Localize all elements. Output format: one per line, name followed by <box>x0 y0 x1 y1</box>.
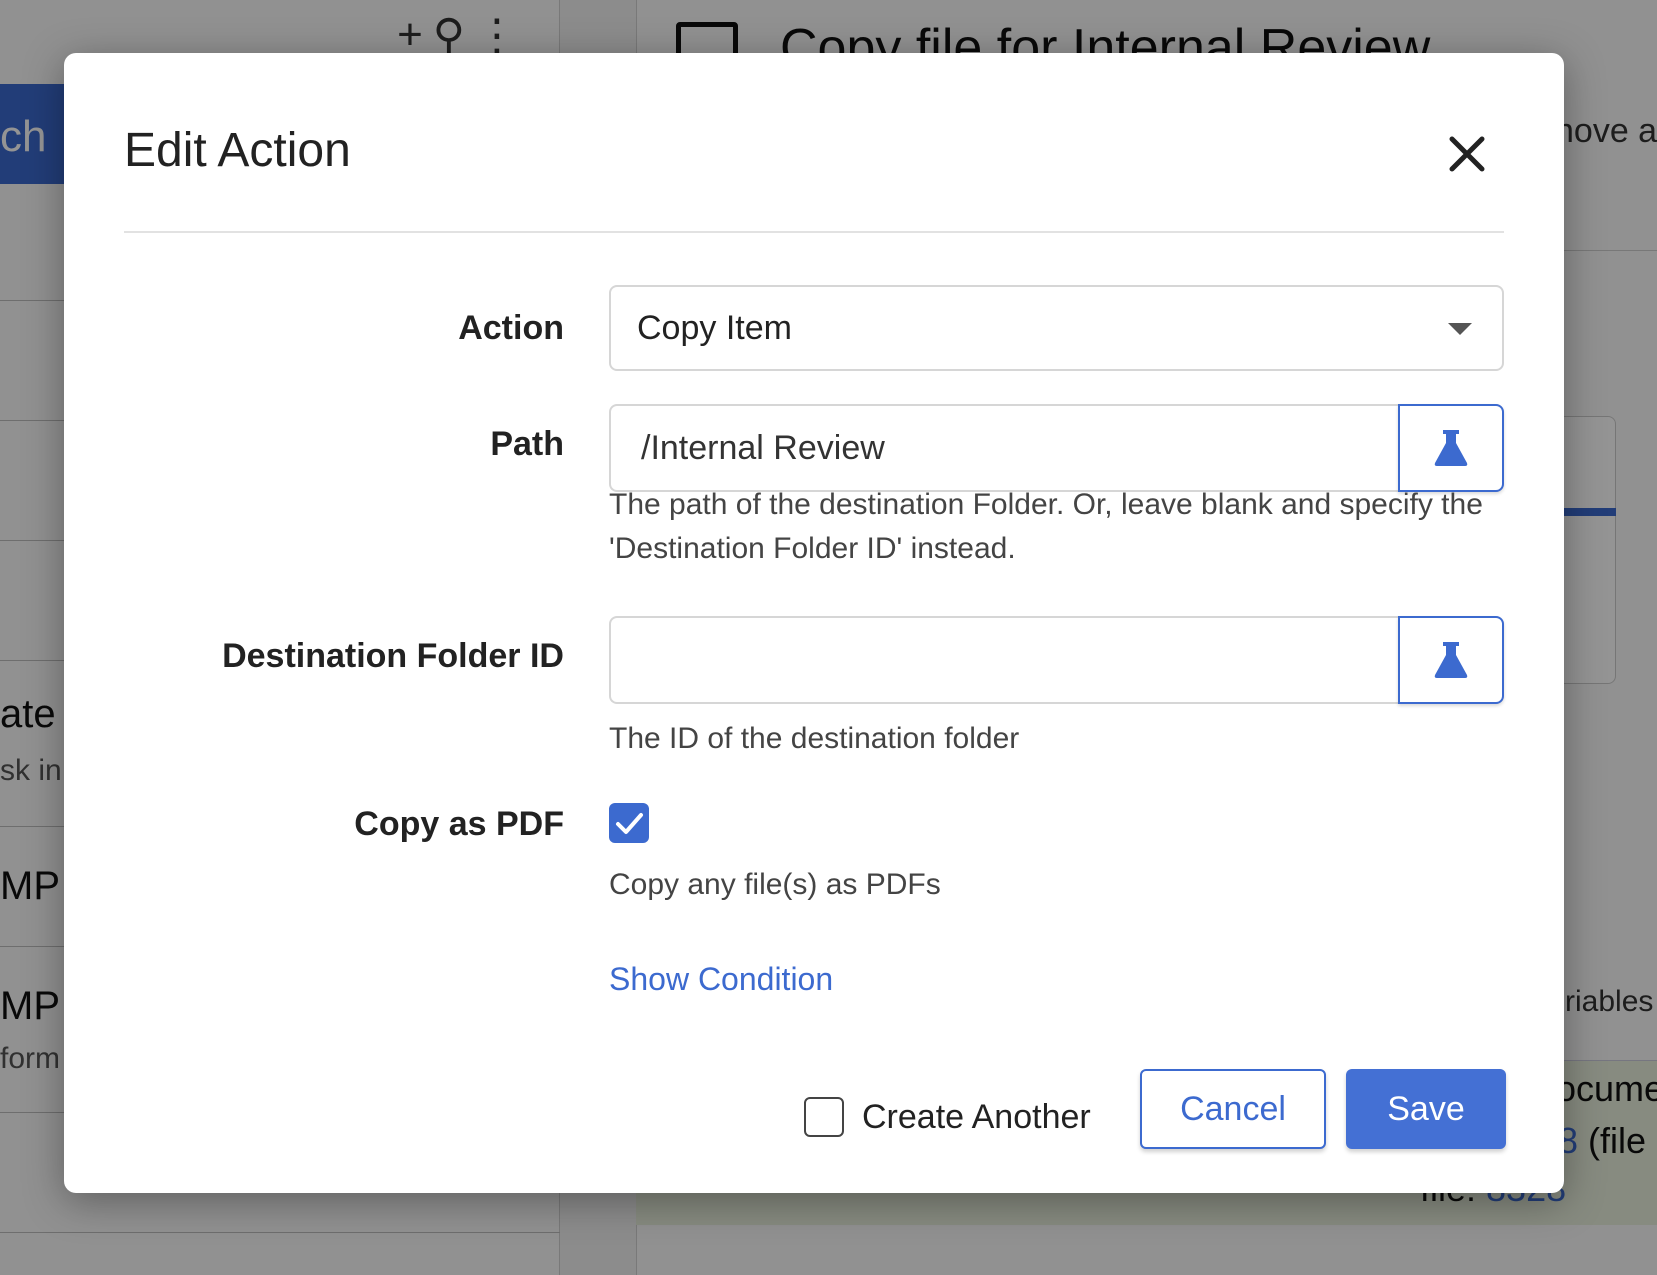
copy-as-pdf-checkbox[interactable] <box>609 803 649 843</box>
action-select-value: Copy Item <box>637 309 792 347</box>
destination-folder-id-help-text: The ID of the destination folder <box>609 722 1020 755</box>
cancel-button[interactable]: Cancel <box>1140 1069 1326 1149</box>
copy-as-pdf-help-text: Copy any file(s) as PDFs <box>609 868 941 901</box>
create-another-label: Create Another <box>862 1097 1091 1136</box>
edit-action-dialog: Edit Action Action Copy Item Path The pa… <box>64 53 1564 1193</box>
copy-as-pdf-label: Copy as PDF <box>354 805 564 843</box>
close-icon[interactable] <box>1442 129 1492 179</box>
destination-folder-id-input[interactable] <box>609 616 1399 704</box>
create-another-checkbox[interactable] <box>804 1097 844 1137</box>
show-condition-link[interactable]: Show Condition <box>609 961 833 998</box>
save-button[interactable]: Save <box>1346 1069 1506 1149</box>
caret-down-icon <box>1448 323 1472 335</box>
path-input[interactable] <box>609 404 1399 492</box>
path-help-text: The path of the destination Folder. Or, … <box>609 488 1483 565</box>
flask-icon <box>1434 642 1468 678</box>
path-test-button[interactable] <box>1398 404 1504 492</box>
dialog-title: Edit Action <box>124 124 351 177</box>
destination-folder-test-button[interactable] <box>1398 616 1504 704</box>
destination-folder-id-label: Destination Folder ID <box>222 637 564 675</box>
create-another-toggle[interactable]: Create Another <box>804 1087 1091 1147</box>
flask-icon <box>1434 430 1468 466</box>
checkmark-icon <box>616 813 643 834</box>
path-label: Path <box>490 425 564 463</box>
action-label: Action <box>458 309 564 347</box>
dialog-header: Edit Action <box>124 123 1504 233</box>
action-select[interactable]: Copy Item <box>609 285 1504 371</box>
